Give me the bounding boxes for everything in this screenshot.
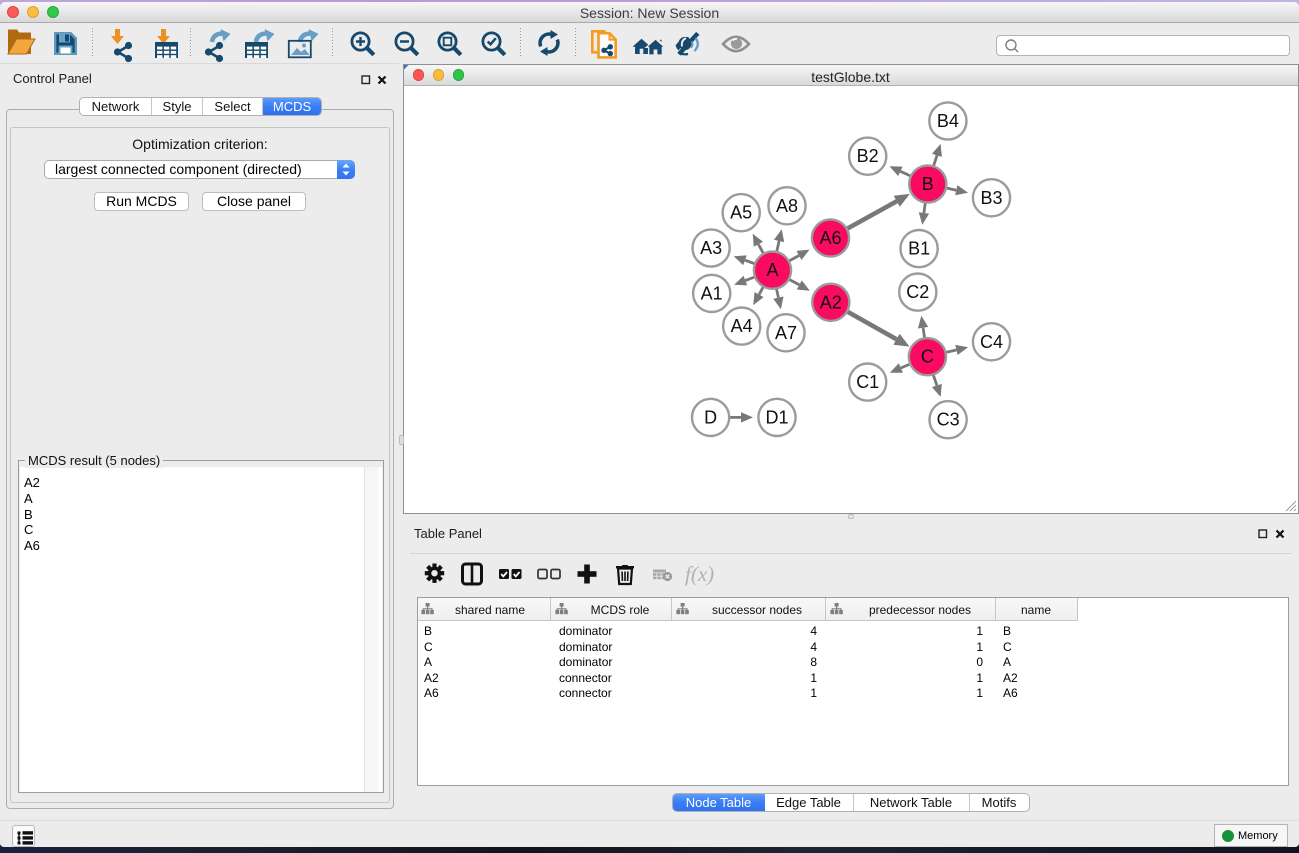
svg-text:C4: C4 [979, 331, 1002, 351]
svg-text:D1: D1 [765, 407, 788, 427]
svg-text:B1: B1 [908, 238, 930, 258]
svg-text:A2: A2 [819, 292, 841, 312]
svg-text:A7: A7 [774, 322, 796, 342]
svg-text:B2: B2 [856, 146, 878, 166]
svg-text:A8: A8 [775, 195, 797, 215]
svg-text:A: A [766, 260, 778, 280]
svg-text:D: D [704, 407, 717, 427]
svg-text:C3: C3 [936, 409, 959, 429]
svg-text:A1: A1 [700, 283, 722, 303]
svg-text:C: C [920, 346, 933, 366]
svg-text:A5: A5 [730, 202, 752, 222]
svg-text:A3: A3 [700, 238, 722, 258]
svg-text:B3: B3 [980, 187, 1002, 207]
svg-text:C2: C2 [906, 282, 929, 302]
svg-text:A6: A6 [819, 228, 841, 248]
svg-text:A4: A4 [730, 316, 752, 336]
svg-text:B4: B4 [936, 111, 958, 131]
svg-text:C1: C1 [856, 372, 879, 392]
svg-text:B: B [921, 174, 933, 194]
